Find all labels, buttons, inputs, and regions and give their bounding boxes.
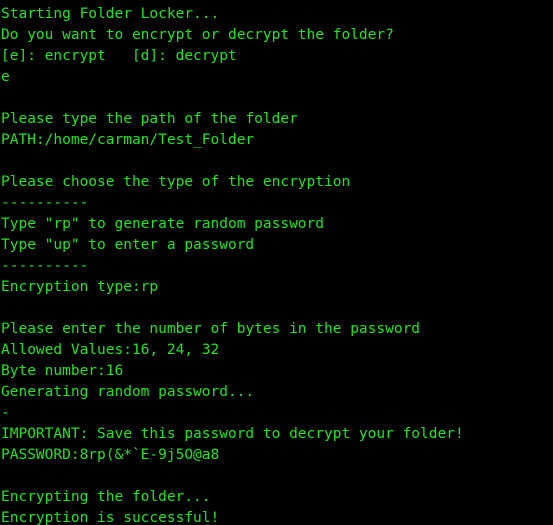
terminal-line-output-password: PASSWORD:8rp(&*`E-9j5O@a8 xyxy=(1,447,220,463)
terminal-line-divider-bottom: ---------- xyxy=(1,258,89,274)
terminal-line-info-allowed-values: Allowed Values:16, 24, 32 xyxy=(1,342,220,358)
terminal-line-warning-save-password: IMPORTANT: Save this password to decrypt… xyxy=(1,426,464,442)
terminal-line-prompt-mode-options: [e]: encrypt [d]: decrypt xyxy=(1,48,237,64)
terminal-line-status-generating: Generating random password... xyxy=(1,384,255,400)
terminal-output[interactable]: Starting Folder Locker... Do you want to … xyxy=(0,0,553,525)
terminal-line-option-random-password: Type "rp" to generate random password xyxy=(1,216,325,232)
terminal-line-option-user-password: Type "up" to enter a password xyxy=(1,237,255,253)
terminal-line-status-success: Encryption is successful! xyxy=(1,510,220,525)
terminal-line-prompt-bytes-question: Please enter the number of bytes in the … xyxy=(1,321,421,337)
terminal-line-prompt-enctype-header: Please choose the type of the encryption xyxy=(1,174,351,190)
terminal-line-prompt-path-question: Please type the path of the folder xyxy=(1,111,298,127)
terminal-line-divider-top: ---------- xyxy=(1,195,89,211)
terminal-line-prompt-mode-question: Do you want to encrypt or decrypt the fo… xyxy=(1,27,394,43)
terminal-line-startup-banner: Starting Folder Locker... xyxy=(1,6,220,22)
terminal-line-input-mode-answer: e xyxy=(1,69,10,85)
terminal-line-input-bytes-answer: Byte number:16 xyxy=(1,363,124,379)
terminal-line-input-path-answer: PATH:/home/carman/Test_Folder xyxy=(1,132,255,148)
terminal-line-status-encrypting: Encrypting the folder... xyxy=(1,489,211,505)
terminal-line-spinner-frame: - xyxy=(1,405,10,421)
terminal-line-input-enctype-answer: Encryption type:rp xyxy=(1,279,159,295)
